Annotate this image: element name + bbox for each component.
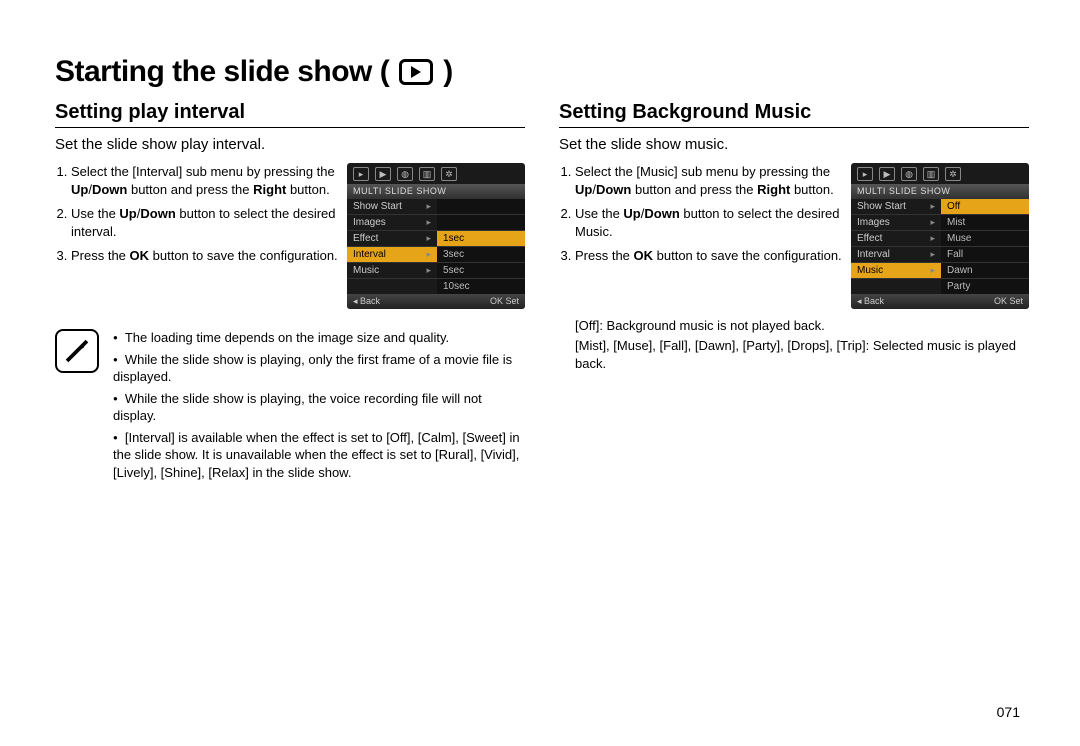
note-item: The loading time depends on the image si…	[113, 329, 525, 347]
lcd-opt: Muse	[941, 230, 1029, 246]
lcd-row: Show Start▸	[347, 198, 437, 214]
step-item: Select the [Music] sub menu by pressing …	[575, 163, 843, 198]
lcd-row-selected: Interval▸	[347, 246, 437, 262]
lcd-opt	[437, 214, 525, 230]
play-icon: ▶	[375, 167, 391, 181]
lcd-row: Images▸	[851, 214, 941, 230]
page-title-text-1: Starting the slide show (	[55, 55, 389, 89]
camera-lcd-music: ▸ ▶ ◍ ▥ ✲ MULTI SLIDE SHOW Show Start▸ I…	[851, 163, 1029, 309]
left-column: Setting play interval Set the slide show…	[55, 101, 525, 485]
note-item: [Interval] is available when the effect …	[113, 429, 525, 482]
section-subtext: Set the slide show music.	[559, 136, 1029, 153]
lcd-okset: OK Set	[994, 296, 1023, 307]
lcd-row	[851, 278, 941, 294]
lcd-opt: 10sec	[437, 278, 525, 294]
note-icon	[55, 329, 99, 373]
page-number: 071	[997, 704, 1020, 720]
sound-icon: ◍	[397, 167, 413, 181]
slideshow-play-icon	[399, 59, 433, 85]
lcd-row	[347, 278, 437, 294]
lcd-back: ◂ Back	[353, 296, 380, 307]
lcd-back: ◂ Back	[857, 296, 884, 307]
mode-icon: ▸	[857, 167, 873, 181]
music-list-note: [Mist], [Muse], [Fall], [Dawn], [Party],…	[575, 337, 1029, 373]
gear-icon: ✲	[441, 167, 457, 181]
section-subtext: Set the slide show play interval.	[55, 136, 525, 153]
mode-icon: ▸	[353, 167, 369, 181]
section-heading: Setting Background Music	[559, 101, 1029, 128]
lcd-row: Effect▸	[851, 230, 941, 246]
page-title: Starting the slide show ( )	[55, 55, 1030, 89]
display-icon: ▥	[923, 167, 939, 181]
lcd-opt-selected: 1sec	[437, 230, 525, 246]
lcd-opt: Dawn	[941, 262, 1029, 278]
lcd-row: Music▸	[347, 262, 437, 278]
step-item: Use the Up/Down button to select the des…	[71, 205, 339, 240]
sound-icon: ◍	[901, 167, 917, 181]
camera-lcd-interval: ▸ ▶ ◍ ▥ ✲ MULTI SLIDE SHOW Show Start▸ I…	[347, 163, 525, 309]
note-item: While the slide show is playing, only th…	[113, 351, 525, 386]
section-heading: Setting play interval	[55, 101, 525, 128]
page-title-text-2: )	[443, 55, 453, 89]
display-icon: ▥	[419, 167, 435, 181]
lcd-opt-selected: Off	[941, 198, 1029, 214]
lcd-title: MULTI SLIDE SHOW	[347, 184, 525, 198]
lcd-row: Images▸	[347, 214, 437, 230]
lcd-opt: Mist	[941, 214, 1029, 230]
lcd-opt	[437, 198, 525, 214]
step-item: Press the OK button to save the configur…	[575, 247, 843, 265]
step-item: Press the OK button to save the configur…	[71, 247, 339, 265]
right-column: Setting Background Music Set the slide s…	[559, 101, 1029, 485]
note-box: The loading time depends on the image si…	[55, 329, 525, 485]
step-item: Use the Up/Down button to select the des…	[575, 205, 843, 240]
gear-icon: ✲	[945, 167, 961, 181]
steps-list: Select the [Interval] sub menu by pressi…	[55, 163, 339, 272]
lcd-row: Show Start▸	[851, 198, 941, 214]
note-item: While the slide show is playing, the voi…	[113, 390, 525, 425]
lcd-opt: 3sec	[437, 246, 525, 262]
lcd-row-selected: Music▸	[851, 262, 941, 278]
lcd-opt: 5sec	[437, 262, 525, 278]
lcd-row: Effect▸	[347, 230, 437, 246]
step-item: Select the [Interval] sub menu by pressi…	[71, 163, 339, 198]
steps-list: Select the [Music] sub menu by pressing …	[559, 163, 843, 272]
lcd-opt: Party	[941, 278, 1029, 294]
lcd-title: MULTI SLIDE SHOW	[851, 184, 1029, 198]
note-list: The loading time depends on the image si…	[113, 329, 525, 485]
lcd-opt: Fall	[941, 246, 1029, 262]
lcd-row: Interval▸	[851, 246, 941, 262]
play-icon: ▶	[879, 167, 895, 181]
music-off-note: [Off]: Background music is not played ba…	[575, 317, 1029, 335]
lcd-okset: OK Set	[490, 296, 519, 307]
